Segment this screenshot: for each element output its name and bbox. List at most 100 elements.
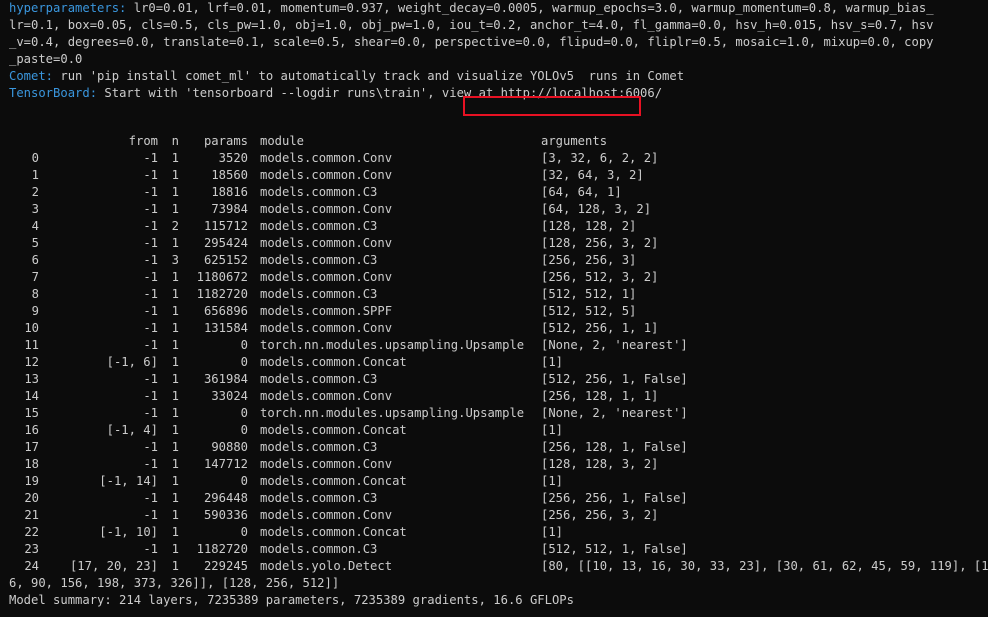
arguments-cell: [1] [541,525,564,539]
n-cell: 2 [171,219,179,233]
arguments-cell: [3, 32, 6, 2, 2] [541,151,659,165]
table-row: 6 -1 3 625152 models.common.C3 [256, 256, 3] [0,252,988,269]
n-cell: 1 [171,559,179,573]
params-cell: 0 [240,474,248,488]
table-row: 14 -1 1 33024 models.common.Conv [256, 128, 1… [0,388,988,405]
params-cell: 1180672 [196,270,248,284]
params-cell: 0 [240,338,248,352]
table-row: 21 -1 1 590336 models.common.Conv [256, 256, … [0,507,988,524]
table-row: 19 [-1, 14] 1 0 models.common.Concat [1] [0,473,988,490]
from-cell: -1 [143,457,158,471]
hyperparameters-line-4: _paste=0.0 [9,52,83,66]
from-cell: -1 [143,389,158,403]
n-cell: 1 [171,355,179,369]
table-wrap-line: 6, 90, 156, 198, 373, 326]], [128, 256, … [0,575,988,592]
from-cell: -1 [143,321,158,335]
module-cell: models.common.Concat [260,355,407,369]
params-cell: 18560 [211,168,248,182]
n-cell: 1 [171,287,179,301]
layer-index: 0 [31,151,39,165]
table-row: 16 [-1, 4] 1 0 models.common.Concat [1] [0,422,988,439]
layer-index: 17 [24,440,39,454]
params-cell: 229245 [203,559,248,573]
arguments-cell: [256, 256, 3, 2] [541,508,659,522]
module-cell: models.common.Conv [260,270,393,284]
comet-line: Comet: run 'pip install comet_ml' to aut… [9,68,988,85]
header-params: params [203,134,248,148]
table-row: 2 -1 1 18816 models.common.C3 [64, 64, 1] [0,184,988,201]
params-cell: 361984 [203,372,248,386]
layer-index: 19 [24,474,39,488]
arguments-cell: [512, 512, 1] [541,287,637,301]
from-cell: -1 [143,236,158,250]
layer-index: 11 [24,338,39,352]
params-cell: 0 [240,406,248,420]
from-cell: -1 [143,185,158,199]
from-cell: -1 [143,304,158,318]
arguments-cell: [128, 128, 3, 2] [541,457,659,471]
table-body: 0 -1 1 3520 models.common.Conv [3, 32, 6, 2, … [0,150,988,575]
from-cell: [17, 20, 23] [69,559,158,573]
terminal-window[interactable]: hyperparameters: lr0=0.01, lrf=0.01, mom… [0,0,988,617]
table-row: 3 -1 1 73984 models.common.Conv [64, 128, 3, … [0,201,988,218]
module-cell: models.common.Conv [260,508,393,522]
module-cell: models.common.C3 [260,542,378,556]
module-cell: models.common.Concat [260,474,407,488]
layer-index: 23 [24,542,39,556]
from-cell: [-1, 4] [106,423,158,437]
params-cell: 3520 [218,151,248,165]
params-cell: 296448 [203,491,248,505]
params-cell: 1182720 [196,542,248,556]
table-row: 4 -1 2 115712 models.common.C3 [128, 128, 2] [0,218,988,235]
comet-label: Comet: [9,69,54,83]
from-cell: -1 [143,542,158,556]
module-cell: models.common.Conv [260,389,393,403]
arguments-cell: [64, 128, 3, 2] [541,202,652,216]
from-cell: [-1, 14] [99,474,158,488]
module-cell: models.common.C3 [260,219,378,233]
module-cell: models.common.Conv [260,457,393,471]
params-cell: 590336 [203,508,248,522]
n-cell: 1 [171,440,179,454]
table-row: 20 -1 1 296448 models.common.C3 [256, 256, 1,… [0,490,988,507]
layer-index: 15 [24,406,39,420]
arguments-cell: [None, 2, 'nearest'] [541,406,688,420]
module-cell: models.common.C3 [260,491,378,505]
layer-index: 9 [31,304,39,318]
params-cell: 0 [240,525,248,539]
layer-index: 7 [31,270,39,284]
n-cell: 1 [171,304,179,318]
table-row: 7 -1 1 1180672 models.common.Conv [256, 512, … [0,269,988,286]
table-row: 12 [-1, 6] 1 0 models.common.Concat [1] [0,354,988,371]
header-module: module [260,134,305,148]
table-row: 8 -1 1 1182720 models.common.C3 [512, 512, 1] [0,286,988,303]
from-cell: -1 [143,372,158,386]
n-cell: 1 [171,270,179,284]
from-cell: -1 [143,253,158,267]
table-row: 10 -1 1 131584 models.common.Conv [512, 256, … [0,320,988,337]
layer-index: 21 [24,508,39,522]
params-cell: 0 [240,355,248,369]
params-cell: 625152 [203,253,248,267]
arguments-cell: [32, 64, 3, 2] [541,168,644,182]
arguments-cell: [512, 256, 1, 1] [541,321,659,335]
layer-index: 10 [24,321,39,335]
n-cell: 1 [171,168,179,182]
module-cell: models.common.C3 [260,287,378,301]
hyperparameters-line-3: _v=0.4, degrees=0.0, translate=0.1, scal… [9,35,934,49]
hyperparameters-line-1: hyperparameters: lr0=0.01, lrf=0.01, mom… [9,0,988,17]
arguments-cell: [512, 512, 1, False] [541,542,688,556]
params-cell: 33024 [211,389,248,403]
module-cell: models.common.C3 [260,372,378,386]
params-cell: 18816 [211,185,248,199]
params-cell: 147712 [203,457,248,471]
layer-index: 13 [24,372,39,386]
arguments-cell: [1] [541,474,564,488]
n-cell: 1 [171,423,179,437]
layer-index: 8 [31,287,39,301]
from-cell: -1 [143,491,158,505]
n-cell: 1 [171,185,179,199]
arguments-cell: [1] [541,355,564,369]
arguments-cell: [512, 512, 5] [541,304,637,318]
table-row: 9 -1 1 656896 models.common.SPPF [512, 512, 5… [0,303,988,320]
